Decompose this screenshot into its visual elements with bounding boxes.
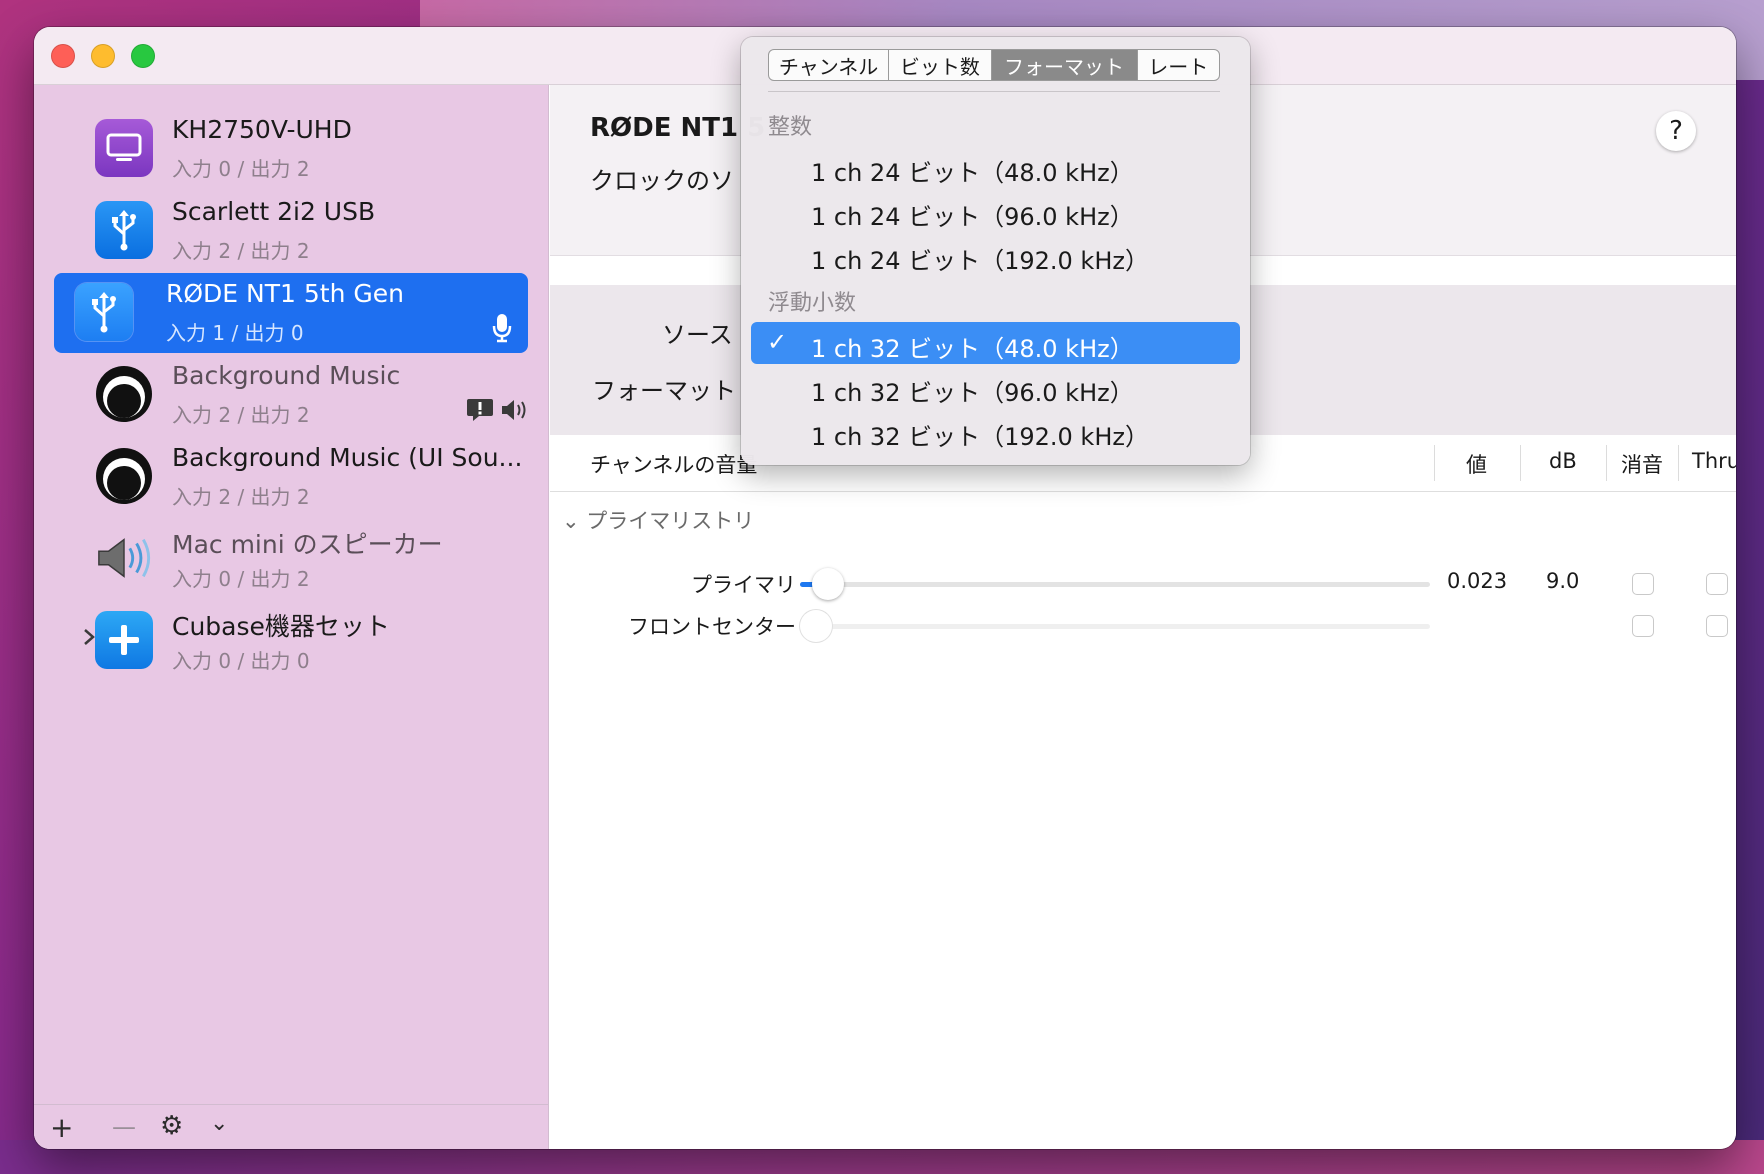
menu-item-label: 1 ch 24 ビット（48.0 kHz） bbox=[811, 159, 1134, 187]
chevron-down-icon: ⌄ bbox=[562, 509, 580, 533]
gear-icon[interactable]: ⚙ bbox=[160, 1111, 183, 1141]
device-io: 入力 2 / 出力 2 bbox=[172, 403, 310, 427]
value-column-header: 値 bbox=[1466, 453, 1487, 477]
speaker-icon bbox=[95, 529, 153, 587]
close-button[interactable] bbox=[51, 44, 75, 68]
mute-column-header: 消音 bbox=[1621, 453, 1663, 477]
speaker-output-icon bbox=[502, 400, 526, 420]
tab-bit-depth[interactable]: ビット数 bbox=[889, 50, 992, 80]
section-integer: 整数 bbox=[768, 115, 813, 140]
menu-item-format[interactable]: 1 ch 24 ビット（48.0 kHz） bbox=[751, 146, 1240, 188]
sidebar-footer: + — ⚙ ⌄ bbox=[34, 1104, 548, 1149]
device-io: 入力 0 / 出力 2 bbox=[172, 567, 310, 591]
device-name: Mac mini のスピーカー bbox=[172, 530, 443, 559]
menu-item-label: 1 ch 32 ビット（192.0 kHz） bbox=[811, 423, 1149, 451]
thru-column-header: Thru bbox=[1692, 449, 1736, 473]
menu-item-format[interactable]: 1 ch 32 ビット（96.0 kHz） bbox=[751, 366, 1240, 408]
menu-item-label: 1 ch 24 ビット（96.0 kHz） bbox=[811, 203, 1134, 231]
device-row-cubase-aggregate[interactable]: Cubase機器セット 入力 0 / 出力 0 bbox=[54, 601, 562, 681]
device-row-background-music[interactable]: Background Music 入力 2 / 出力 2 bbox=[54, 355, 562, 435]
background-music-icon bbox=[95, 447, 153, 505]
mute-checkbox[interactable] bbox=[1632, 573, 1654, 595]
device-title: RØDE NT1 5 bbox=[590, 113, 766, 143]
section-float: 浮動小数 bbox=[768, 291, 857, 316]
device-io: 入力 0 / 出力 0 bbox=[172, 649, 310, 673]
volume-slider-thumb[interactable] bbox=[812, 568, 844, 600]
source-label: ソース bbox=[662, 321, 733, 349]
volume-slider-track[interactable] bbox=[800, 624, 1430, 629]
status-icons bbox=[466, 397, 528, 423]
device-name: Cubase機器セット bbox=[172, 612, 390, 641]
microphone-icon bbox=[492, 314, 512, 343]
thru-checkbox[interactable] bbox=[1706, 615, 1728, 637]
device-name: Background Music bbox=[172, 361, 401, 390]
channel-row-primary: プライマリ 0.023 9.0 bbox=[550, 563, 1736, 603]
channel-label: フロントセンター bbox=[628, 615, 796, 639]
device-name: RØDE NT1 5th Gen bbox=[166, 279, 404, 308]
device-row-background-music-ui[interactable]: Background Music (UI Sou... 入力 2 / 出力 2 bbox=[54, 437, 562, 517]
device-name: Scarlett 2i2 USB bbox=[172, 197, 376, 226]
display-icon bbox=[95, 119, 153, 177]
menu-item-format-selected[interactable]: ✓ 1 ch 32 ビット（48.0 kHz） bbox=[751, 322, 1240, 364]
column-divider bbox=[1520, 445, 1521, 481]
db-column-header: dB bbox=[1549, 449, 1577, 473]
tab-rate[interactable]: レート bbox=[1138, 50, 1219, 80]
device-io: 入力 2 / 出力 2 bbox=[172, 485, 310, 509]
device-row-scarlett[interactable]: Scarlett 2i2 USB 入力 2 / 出力 2 bbox=[54, 191, 562, 271]
menu-separator bbox=[768, 91, 1220, 92]
mute-checkbox[interactable] bbox=[1632, 615, 1654, 637]
channel-db: 9.0 bbox=[1546, 569, 1580, 593]
device-row-kh2750v[interactable]: KH2750V-UHD 入力 0 / 出力 2 bbox=[54, 109, 562, 189]
menu-item-format[interactable]: 1 ch 24 ビット（192.0 kHz） bbox=[751, 234, 1240, 276]
chevron-down-icon[interactable]: ⌄ bbox=[210, 1111, 228, 1136]
tab-channel[interactable]: チャンネル bbox=[769, 50, 890, 80]
background-music-icon bbox=[95, 365, 153, 423]
add-device-button[interactable]: + bbox=[50, 1111, 73, 1144]
zoom-button[interactable] bbox=[131, 44, 155, 68]
checkmark-icon: ✓ bbox=[767, 328, 788, 356]
device-row-rode-nt1[interactable]: RØDE NT1 5th Gen 入力 1 / 出力 0 bbox=[54, 273, 528, 353]
menu-item-format[interactable]: 1 ch 24 ビット（96.0 kHz） bbox=[751, 190, 1240, 232]
menu-item-label: 1 ch 32 ビット（48.0 kHz） bbox=[811, 335, 1134, 363]
menu-filter-segmented-control: チャンネル ビット数 フォーマット レート bbox=[768, 49, 1220, 81]
column-divider bbox=[1434, 445, 1435, 481]
chevron-right-icon[interactable] bbox=[82, 627, 96, 652]
device-io: 入力 1 / 出力 0 bbox=[166, 321, 304, 345]
format-label: フォーマット bbox=[592, 377, 736, 405]
usb-icon bbox=[75, 283, 133, 341]
help-button[interactable]: ? bbox=[1656, 111, 1696, 151]
device-name: KH2750V-UHD bbox=[172, 115, 352, 144]
minimize-button[interactable] bbox=[91, 44, 115, 68]
usb-icon bbox=[95, 201, 153, 259]
device-row-mac-mini-speaker[interactable]: Mac mini のスピーカー 入力 0 / 出力 2 bbox=[54, 519, 562, 599]
alert-icon bbox=[467, 399, 493, 421]
device-sidebar: KH2750V-UHD 入力 0 / 出力 2 Scarlett 2i2 USB… bbox=[34, 85, 549, 1149]
menu-item-label: 1 ch 32 ビット（96.0 kHz） bbox=[811, 379, 1134, 407]
aggregate-plus-icon bbox=[95, 611, 153, 669]
channel-label: プライマリ bbox=[691, 573, 796, 597]
channel-row-front-center: フロントセンター bbox=[550, 605, 1736, 645]
format-popup-menu: チャンネル ビット数 フォーマット レート 整数 1 ch 24 ビット（48.… bbox=[741, 37, 1250, 465]
group-label: プライマリストリ bbox=[586, 509, 755, 533]
device-name: Background Music (UI Sou... bbox=[172, 443, 523, 472]
tab-format[interactable]: フォーマット bbox=[991, 50, 1138, 80]
channel-value: 0.023 bbox=[1447, 569, 1508, 593]
remove-device-button[interactable]: — bbox=[112, 1113, 136, 1141]
menu-item-format[interactable]: 1 ch 32 ビット（192.0 kHz） bbox=[751, 410, 1240, 452]
column-divider bbox=[1678, 445, 1679, 481]
primary-stream-group[interactable]: ⌄ プライマリストリ bbox=[562, 505, 754, 535]
column-divider bbox=[1606, 445, 1607, 481]
device-io: 入力 0 / 出力 2 bbox=[172, 157, 310, 181]
volume-slider-thumb[interactable] bbox=[800, 610, 832, 642]
volume-slider-track[interactable] bbox=[800, 582, 1430, 587]
default-input-indicator bbox=[492, 313, 512, 343]
channel-volume-header: チャンネルの音量 bbox=[590, 453, 758, 477]
menu-item-label: 1 ch 24 ビット（192.0 kHz） bbox=[811, 247, 1149, 275]
device-io: 入力 2 / 出力 2 bbox=[172, 239, 310, 263]
clock-source-label: クロックのソ bbox=[590, 167, 734, 195]
thru-checkbox[interactable] bbox=[1706, 573, 1728, 595]
